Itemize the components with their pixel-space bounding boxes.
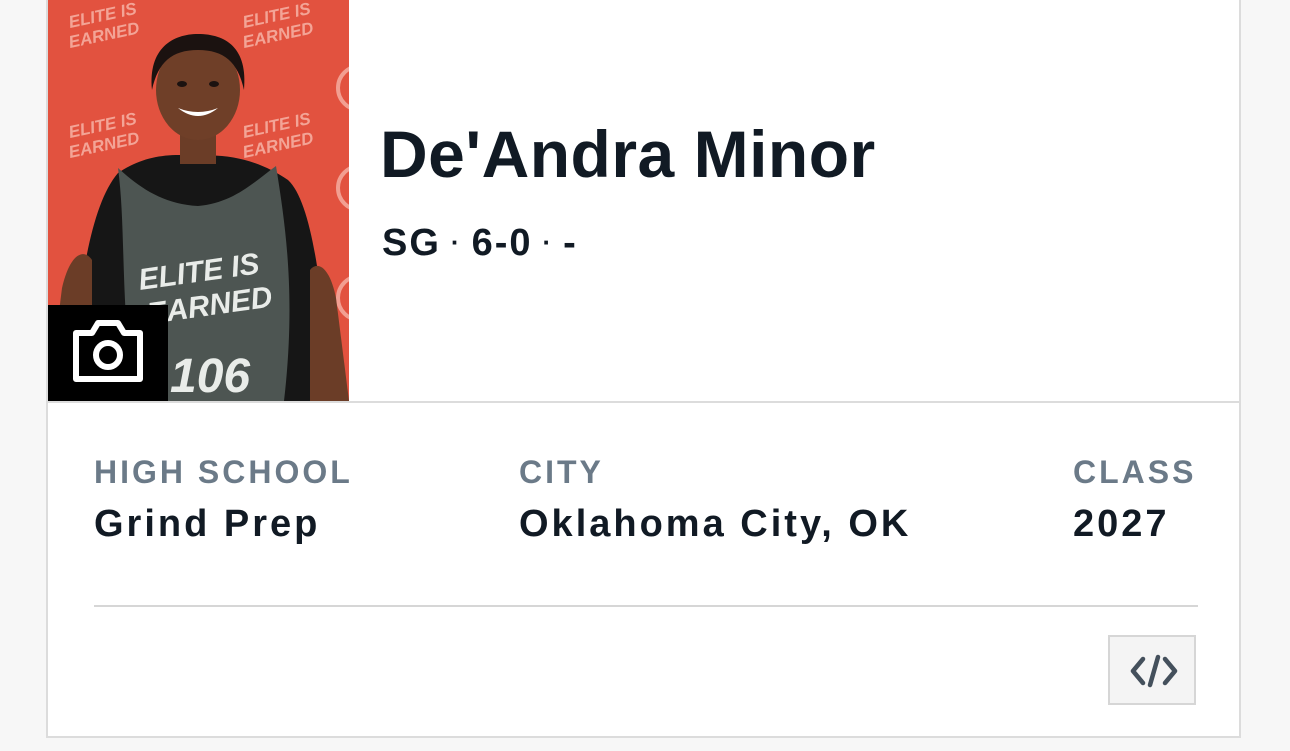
player-header: ELITE IS EARNED ELITE IS EARNED ELITE IS… [48,0,1239,403]
city-info: CITY Oklahoma City, OK [519,454,911,546]
high-school-label: HIGH SCHOOL [94,454,353,490]
player-extra: - [563,222,578,264]
city-label: CITY [519,454,604,490]
player-attributes: SG · 6-0 · - [382,222,578,265]
svg-text:106: 106 [170,350,250,401]
class-value: 2027 [1073,503,1170,545]
player-photo[interactable]: ELITE IS EARNED ELITE IS EARNED ELITE IS… [48,0,349,401]
player-card: ELITE IS EARNED ELITE IS EARNED ELITE IS… [46,0,1241,738]
city-value: Oklahoma City, OK [519,503,912,545]
change-photo-button[interactable] [48,305,168,401]
player-position: SG [382,222,441,264]
divider [94,605,1198,607]
high-school-value: Grind Prep [94,503,321,545]
code-embed-icon [1130,654,1178,688]
separator-dot: · [542,227,554,257]
class-label: CLASS [1073,454,1197,490]
embed-code-button[interactable] [1108,635,1196,705]
camera-icon [73,320,143,382]
player-height: 6-0 [471,222,533,264]
class-info: CLASS 2027 [1073,454,1196,546]
high-school-info: HIGH SCHOOL Grind Prep [94,454,353,546]
separator-dot: · [450,227,462,257]
player-name: De'Andra Minor [380,117,876,191]
